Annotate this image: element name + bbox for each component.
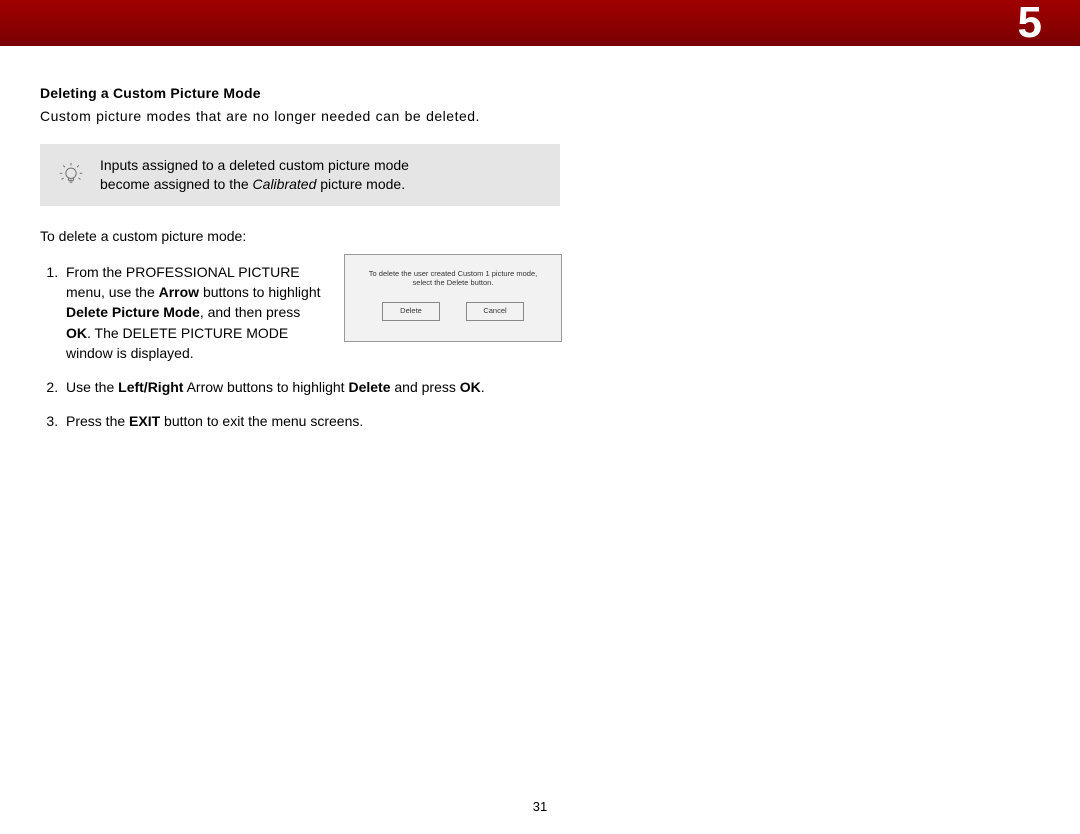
tip-box: Inputs assigned to a deleted custom pict…	[40, 144, 560, 206]
delete-dialog: To delete the user created Custom 1 pict…	[344, 254, 562, 342]
dialog-message: To delete the user created Custom 1 pict…	[355, 269, 551, 289]
delete-button[interactable]: Delete	[382, 302, 440, 321]
header-band: 5	[0, 0, 1080, 46]
tip-line2-after: picture mode.	[316, 176, 405, 192]
step-3: Press the EXIT button to exit the menu s…	[62, 411, 560, 431]
main-content: Deleting a Custom Picture Mode Custom pi…	[40, 85, 560, 446]
tip-line1: Inputs assigned to a deleted custom pict…	[100, 157, 409, 173]
dialog-buttons: Delete Cancel	[355, 302, 551, 321]
step-1: From the PROFESSIONAL PICTURE menu, use …	[62, 262, 560, 363]
tip-line2-italic: Calibrated	[253, 176, 317, 192]
page-number: 31	[533, 799, 547, 814]
section-heading: Deleting a Custom Picture Mode	[40, 85, 560, 101]
tip-text: Inputs assigned to a deleted custom pict…	[100, 156, 409, 194]
step-2: Use the Left/Right Arrow buttons to high…	[62, 377, 560, 397]
intro-text: Custom picture modes that are no longer …	[40, 107, 560, 126]
lightbulb-icon	[58, 162, 84, 188]
steps-list: From the PROFESSIONAL PICTURE menu, use …	[40, 262, 560, 432]
cancel-button[interactable]: Cancel	[466, 302, 524, 321]
steps-intro: To delete a custom picture mode:	[40, 228, 560, 244]
tip-line2-before: become assigned to the	[100, 176, 253, 192]
chapter-number: 5	[1018, 0, 1042, 48]
